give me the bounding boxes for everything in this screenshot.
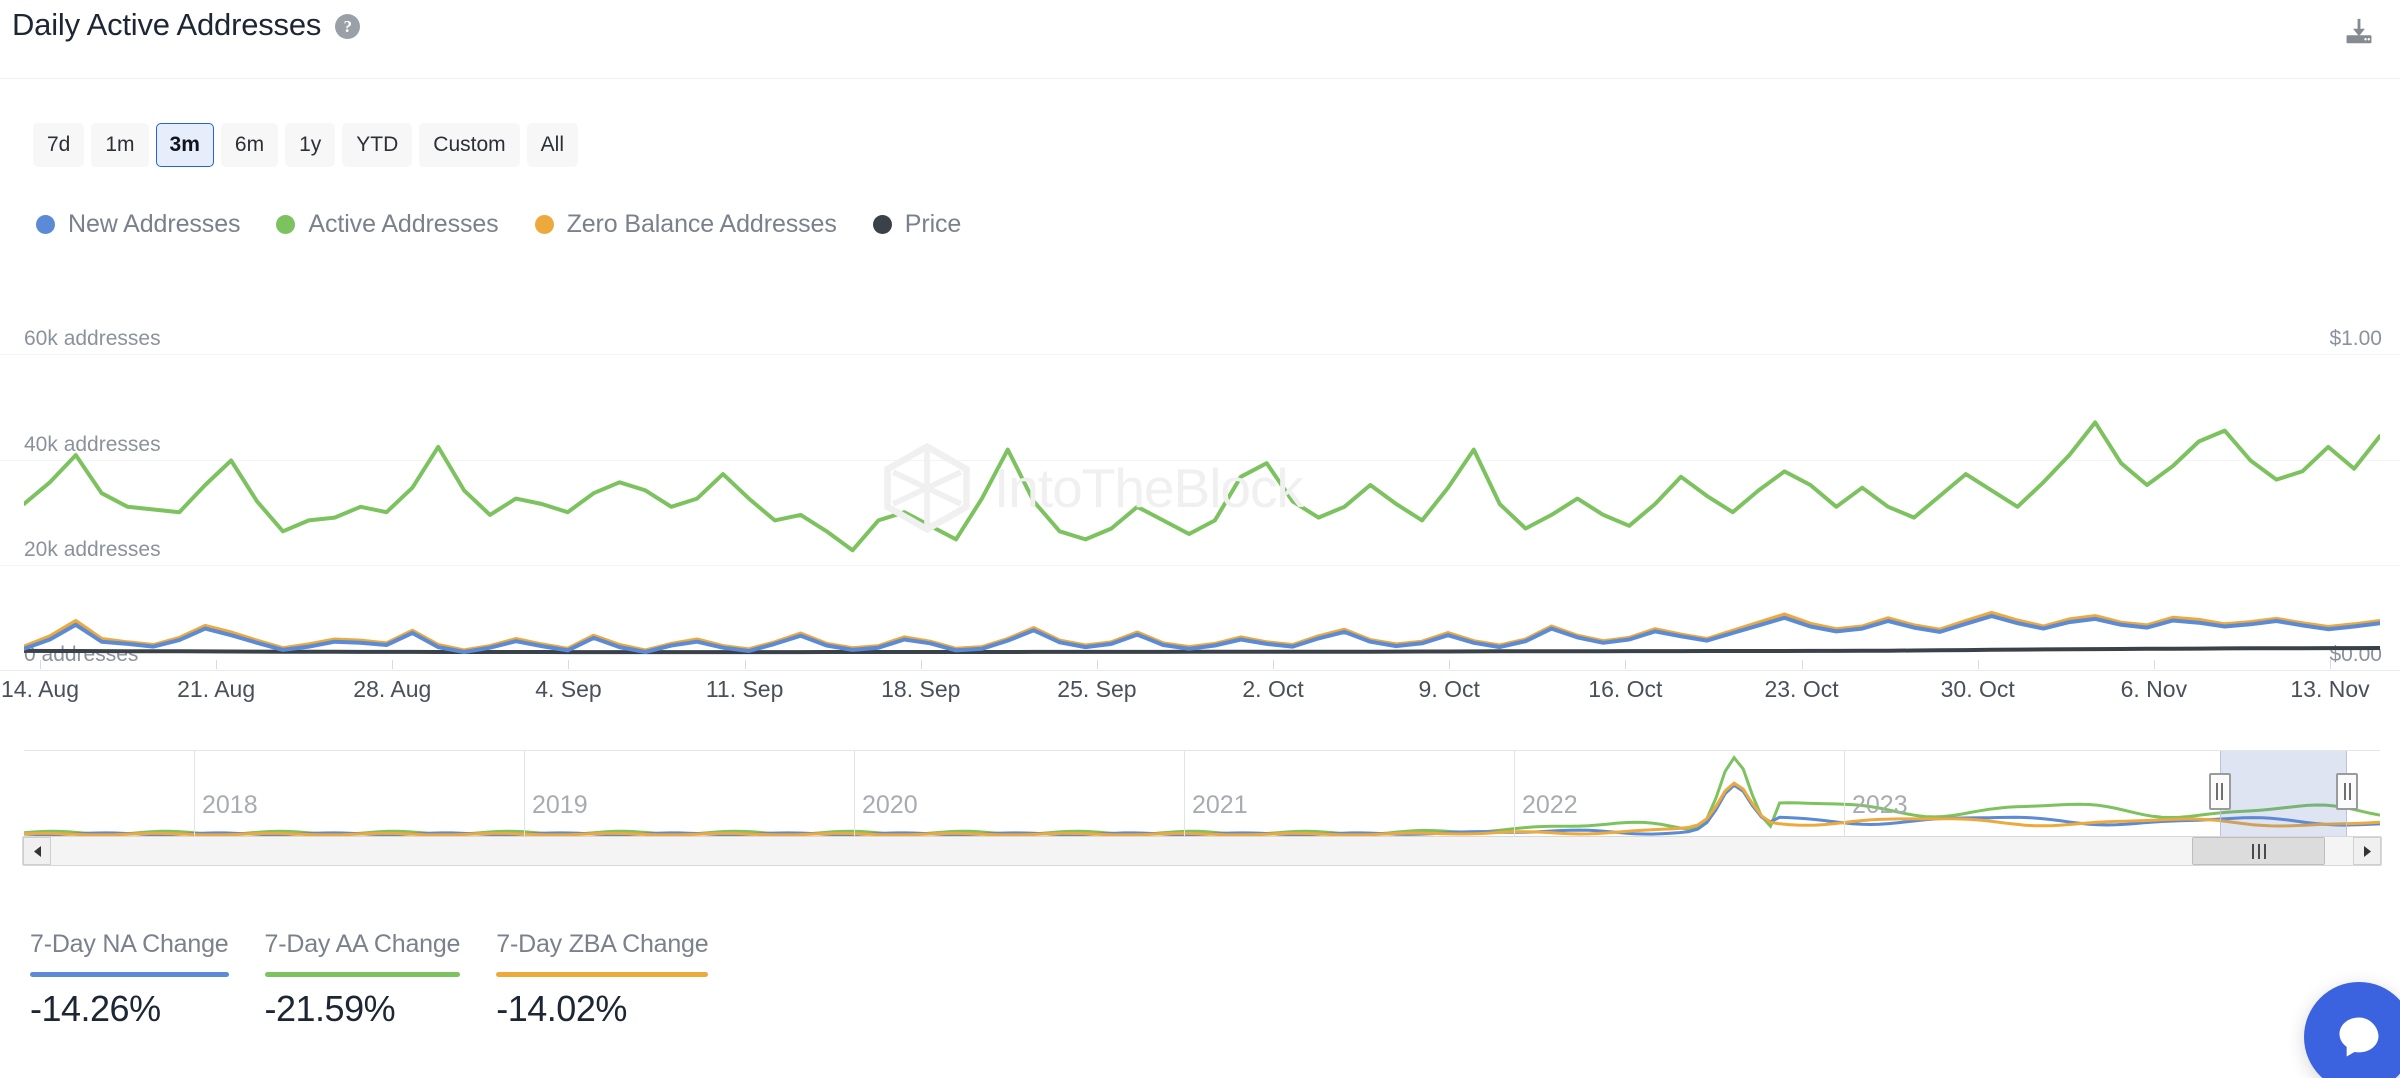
stat-label: 7-Day AA Change (265, 930, 461, 959)
x-axis-label: 18. Sep (881, 676, 960, 703)
chart-series-lines (24, 300, 2380, 670)
chart-plot-area[interactable]: 60k addresses 40k addresses 20k addresse… (0, 300, 2400, 670)
x-axis-tick (1625, 660, 1626, 669)
range-btn-1m[interactable]: 1m (91, 123, 148, 167)
range-btn-custom[interactable]: Custom (419, 123, 519, 167)
navigator-gridline (1844, 751, 1845, 836)
stat-label: 7-Day NA Change (30, 930, 229, 959)
range-selector: 7d 1m 3m 6m 1y YTD Custom All (33, 123, 578, 167)
legend-label: Active Addresses (308, 210, 498, 239)
x-axis-tick (568, 660, 569, 669)
navigator-year-label: 2019 (532, 791, 588, 820)
x-axis-label: 9. Oct (1419, 676, 1480, 703)
scrollbar-thumb[interactable] (2192, 837, 2326, 865)
x-axis-label: 25. Sep (1057, 676, 1136, 703)
legend-dot-icon (873, 215, 892, 234)
stat-underline (30, 972, 229, 977)
stat-underline (496, 972, 708, 977)
x-axis-tick (2330, 660, 2331, 669)
stat-label: 7-Day ZBA Change (496, 930, 708, 959)
range-btn-7d[interactable]: 7d (33, 123, 84, 167)
x-axis-tick (921, 660, 922, 669)
x-axis-label: 14. Aug (1, 676, 79, 703)
navigator-year-label: 2021 (1192, 791, 1248, 820)
legend-dot-icon (36, 215, 55, 234)
navigator-year-label: 2020 (862, 791, 918, 820)
navigator-gridline (1184, 751, 1185, 836)
stat-value: -14.26% (30, 988, 229, 1030)
scroll-right-arrow-icon (2362, 845, 2373, 858)
download-button[interactable] (2336, 10, 2382, 56)
x-axis-label: 13. Nov (2290, 676, 2369, 703)
question-mark-circle-icon[interactable]: ? (335, 14, 360, 39)
legend-label: Zero Balance Addresses (567, 210, 837, 239)
x-axis-tick (2154, 660, 2155, 669)
stat-underline (265, 972, 461, 977)
range-btn-ytd[interactable]: YTD (342, 123, 412, 167)
x-axis-tick (1978, 660, 1979, 669)
navigator-year-label: 2023 (1852, 791, 1908, 820)
x-axis-label: 6. Nov (2121, 676, 2187, 703)
legend-dot-icon (535, 215, 554, 234)
stat-value: -14.02% (496, 988, 708, 1030)
widget-header: Daily Active Addresses ? (0, 0, 2400, 79)
x-axis-label: 11. Sep (706, 676, 784, 703)
scroll-left-button[interactable] (23, 837, 51, 865)
daily-active-addresses-widget: Daily Active Addresses ? 7d 1m 3m 6m 1y … (0, 0, 2400, 1078)
x-axis-tick (40, 660, 41, 669)
legend-item-price[interactable]: Price (873, 210, 961, 239)
stat-zba-change: 7-Day ZBA Change -14.02% (496, 930, 744, 1030)
range-btn-1y[interactable]: 1y (285, 123, 335, 167)
navigator-gridline (194, 751, 195, 836)
legend-item-zero-balance-addresses[interactable]: Zero Balance Addresses (535, 210, 837, 239)
x-axis-tick (745, 660, 746, 669)
legend-item-new-addresses[interactable]: New Addresses (36, 210, 240, 239)
x-axis-label: 2. Oct (1242, 676, 1303, 703)
navigator-gridline (524, 751, 525, 836)
stat-na-change: 7-Day NA Change -14.26% (30, 930, 265, 1030)
x-axis-tick (1273, 660, 1274, 669)
x-axis-tick (392, 660, 393, 669)
range-btn-3m[interactable]: 3m (156, 123, 214, 167)
x-axis-label: 23. Oct (1764, 676, 1838, 703)
x-axis-tick (216, 660, 217, 669)
x-axis-label: 4. Sep (535, 676, 602, 703)
stat-aa-change: 7-Day AA Change -21.59% (265, 930, 497, 1030)
x-axis-label: 30. Oct (1941, 676, 2015, 703)
scroll-left-arrow-icon (32, 845, 43, 858)
x-axis-label: 28. Aug (353, 676, 431, 703)
stat-value: -21.59% (265, 988, 461, 1030)
chart-scrollbar[interactable] (22, 836, 2382, 866)
navigator-selection[interactable] (2220, 751, 2347, 836)
chart-navigator[interactable]: 2018 2019 2020 2021 2022 2023 (24, 750, 2380, 835)
x-axis-label: 16. Oct (1588, 676, 1662, 703)
navigator-left-handle[interactable] (2209, 773, 2231, 810)
stats-row: 7-Day NA Change -14.26% 7-Day AA Change … (30, 930, 744, 1030)
chart-legend: New Addresses Active Addresses Zero Bala… (36, 210, 961, 239)
legend-label: Price (905, 210, 961, 239)
scroll-right-button[interactable] (2353, 837, 2381, 865)
navigator-year-label: 2018 (202, 791, 258, 820)
x-axis-label: 21. Aug (177, 676, 255, 703)
download-icon (2342, 16, 2376, 50)
chat-bubble-icon (2333, 1011, 2385, 1063)
title-group: Daily Active Addresses ? (12, 5, 360, 45)
legend-item-active-addresses[interactable]: Active Addresses (276, 210, 498, 239)
navigator-gridline (854, 751, 855, 836)
legend-label: New Addresses (68, 210, 240, 239)
legend-dot-icon (276, 215, 295, 234)
x-axis: 14. Aug 21. Aug 28. Aug 4. Sep 11. Sep 18. Se… (0, 660, 2400, 720)
page-title: Daily Active Addresses (12, 5, 321, 45)
x-axis-tick (1097, 660, 1098, 669)
chat-support-button[interactable] (2304, 982, 2400, 1078)
range-btn-6m[interactable]: 6m (221, 123, 278, 167)
x-axis-tick (1802, 660, 1803, 669)
navigator-right-handle[interactable] (2336, 773, 2358, 810)
navigator-year-label: 2022 (1522, 791, 1578, 820)
range-btn-all[interactable]: All (527, 123, 578, 167)
x-axis-tick (1449, 660, 1450, 669)
navigator-gridline (1514, 751, 1515, 836)
